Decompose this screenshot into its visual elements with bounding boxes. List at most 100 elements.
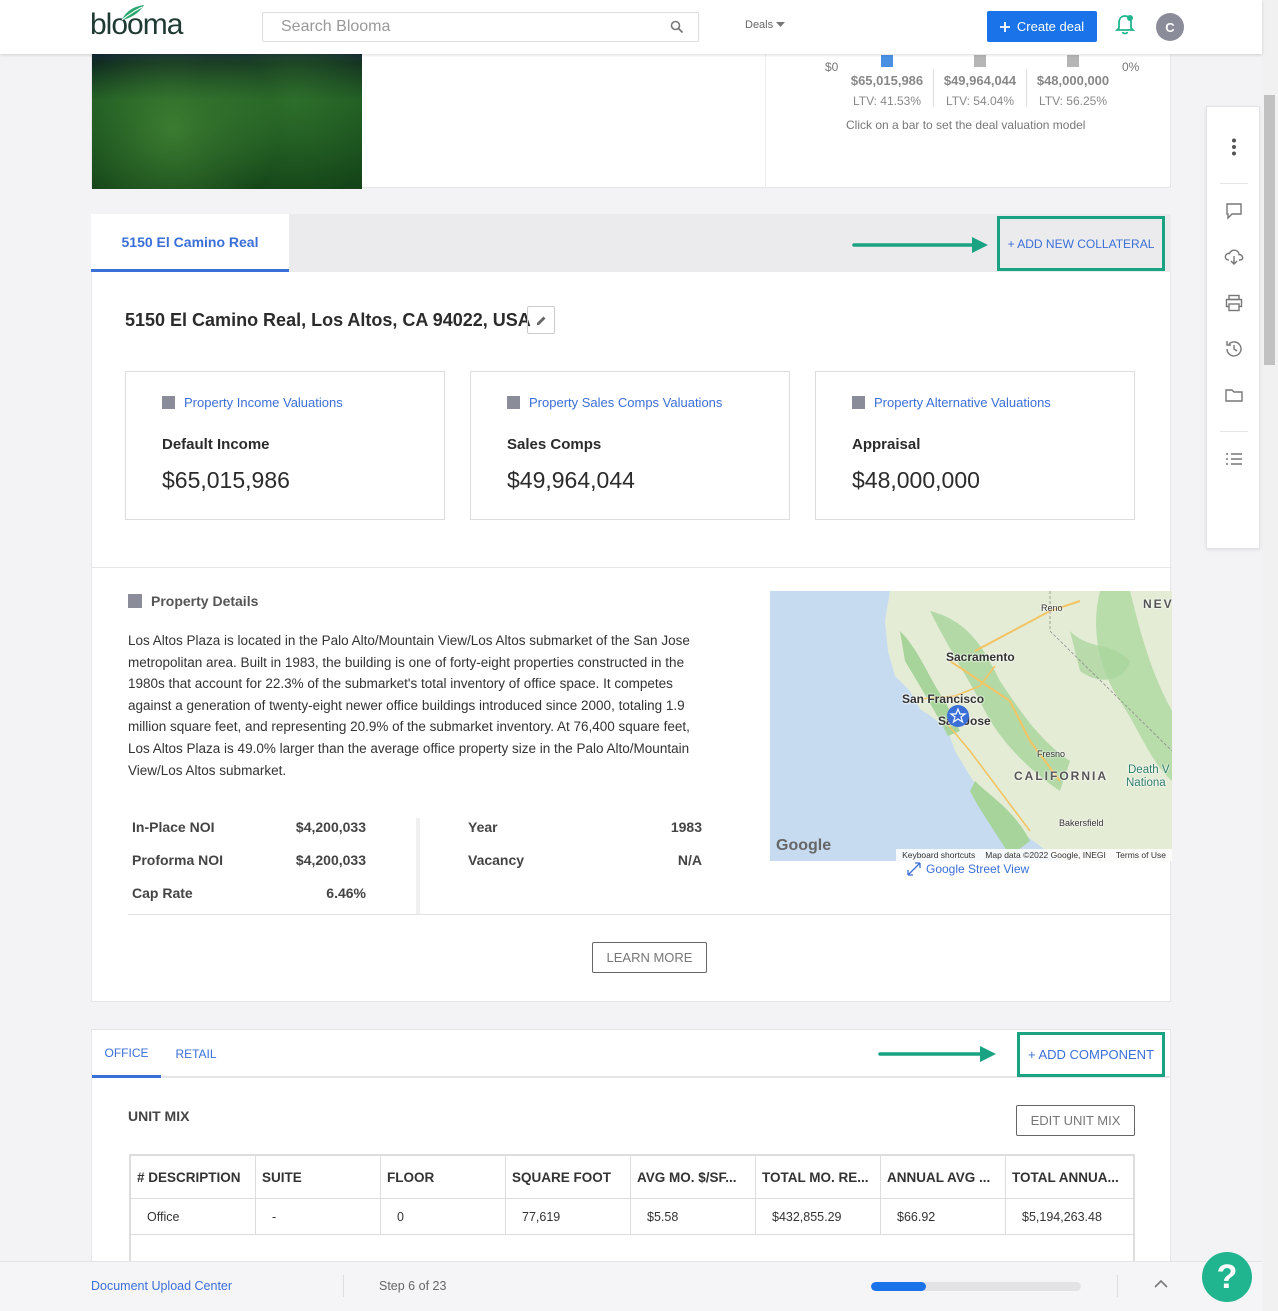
comment-icon[interactable] — [1223, 200, 1245, 222]
metric-key: Vacancy — [468, 852, 525, 868]
create-deal-button[interactable]: Create deal — [987, 11, 1097, 42]
valuation-column[interactable]: $65,015,986 LTV: 41.53% — [841, 73, 933, 108]
tab-retail[interactable]: RETAIL — [161, 1030, 231, 1078]
map-label-san-francisco: San Francisco — [902, 692, 985, 706]
table-cell: 77,619 — [506, 1199, 631, 1234]
metric-key: Cap Rate — [132, 885, 193, 901]
column-header[interactable]: SUITE — [256, 1156, 381, 1198]
square-icon — [128, 594, 142, 608]
column-header[interactable]: SQUARE FOOT — [506, 1156, 631, 1198]
keyboard-shortcuts-link[interactable]: Keyboard shortcuts — [902, 850, 975, 860]
map-label-reno: Reno — [1041, 603, 1063, 613]
valuation-ltv: LTV: 56.25% — [1038, 94, 1108, 108]
square-icon — [162, 396, 175, 409]
property-overview-card: $0 0% $65,015,986 LTV: 41.53% $49,964,04… — [91, 40, 1171, 189]
valuation-heading[interactable]: Property Income Valuations — [162, 395, 343, 410]
valuation-bar-sales-comps[interactable] — [974, 55, 986, 67]
folder-icon[interactable] — [1223, 384, 1245, 406]
plus-icon — [999, 21, 1010, 32]
table-cell: $432,855.29 — [756, 1199, 881, 1234]
map-label-fresno: Fresno — [1037, 749, 1066, 759]
user-avatar[interactable]: C — [1156, 13, 1184, 41]
sales-comps-valuation-box[interactable]: Property Sales Comps Valuations Sales Co… — [470, 371, 790, 520]
annotation-arrow — [852, 237, 988, 253]
tab-office[interactable]: OFFICE — [92, 1030, 161, 1078]
valuation-label: Default Income — [162, 436, 270, 453]
deals-label: Deals — [745, 19, 774, 31]
valuation-amount: $49,964,044 — [943, 73, 1017, 88]
map-attribution: Keyboard shortcuts Map data ©2022 Google… — [896, 849, 1172, 861]
valuation-heading[interactable]: Property Sales Comps Valuations — [507, 395, 722, 410]
create-deal-label: Create deal — [1016, 19, 1085, 34]
column-header[interactable]: FLOOR — [381, 1156, 506, 1198]
help-button[interactable]: ? — [1202, 1252, 1252, 1302]
valuation-heading-text: Property Alternative Valuations — [874, 395, 1051, 410]
table-row[interactable]: Office - 0 77,619 $5.58 $432,855.29 $66.… — [131, 1199, 1133, 1235]
deals-dropdown[interactable]: Deals — [745, 19, 786, 31]
metrics-divider — [416, 818, 420, 915]
valuation-heading[interactable]: Property Alternative Valuations — [852, 395, 1051, 410]
valuation-bar-appraisal[interactable] — [1067, 55, 1079, 67]
metric-key: In-Place NOI — [132, 819, 215, 835]
valuation-ltv: LTV: 41.53% — [852, 94, 922, 108]
alternative-valuation-box[interactable]: Property Alternative Valuations Appraisa… — [815, 371, 1135, 520]
toolbar-separator — [1220, 183, 1248, 184]
property-details-title: Property Details — [151, 593, 259, 609]
toolbar-separator — [1220, 431, 1248, 432]
history-icon[interactable] — [1223, 338, 1245, 360]
list-icon[interactable] — [1223, 448, 1245, 470]
edit-unit-mix-button[interactable]: EDIT UNIT MIX — [1016, 1105, 1135, 1136]
expand-icon — [907, 862, 921, 876]
valuation-bar-income[interactable] — [881, 55, 893, 67]
pencil-icon — [536, 316, 545, 325]
blooma-logo[interactable]: blooma — [90, 5, 183, 42]
search-icon[interactable] — [670, 20, 684, 34]
collateral-card: 5150 El Camino Real, Los Altos, CA 94022… — [91, 272, 1172, 1002]
valuation-amount: $48,000,000 — [1036, 73, 1110, 88]
scrollbar-thumb[interactable] — [1264, 95, 1275, 365]
table-cell: Office — [131, 1199, 256, 1234]
map-label-national: Nationa — [1126, 777, 1166, 789]
valuation-amount: $65,015,986 — [850, 73, 924, 88]
chart-axis-left: $0 — [825, 60, 839, 74]
metric-value: 1983 — [670, 819, 702, 835]
valuation-label: Appraisal — [852, 436, 921, 453]
valuation-heading-text: Property Income Valuations — [184, 395, 343, 410]
add-component-button[interactable]: + ADD COMPONENT — [1017, 1032, 1165, 1077]
google-street-view-link[interactable]: Google Street View — [907, 862, 1029, 876]
search-input[interactable] — [263, 13, 643, 41]
learn-more-button[interactable]: LEARN MORE — [592, 942, 707, 973]
terms-of-use-link[interactable]: Terms of Use — [1116, 850, 1166, 860]
more-options-icon[interactable] — [1223, 136, 1245, 158]
cloud-download-icon[interactable] — [1223, 246, 1245, 268]
search-box[interactable] — [262, 12, 699, 42]
income-valuation-box[interactable]: Property Income Valuations Default Incom… — [125, 371, 445, 520]
page-scrollbar[interactable] — [1262, 0, 1278, 1311]
step-indicator: Step 6 of 23 — [379, 1279, 447, 1293]
print-icon[interactable] — [1223, 292, 1245, 314]
column-header[interactable]: TOTAL MO. RE... — [756, 1156, 881, 1198]
valuation-column[interactable]: $49,964,044 LTV: 54.04% — [934, 73, 1026, 108]
edit-address-button[interactable] — [527, 306, 555, 334]
chart-axis-right: 0% — [1122, 60, 1140, 74]
column-header[interactable]: # DESCRIPTION — [131, 1156, 256, 1198]
column-header[interactable]: TOTAL ANNUA... — [1006, 1156, 1131, 1198]
document-upload-center-link[interactable]: Document Upload Center — [91, 1279, 232, 1293]
location-map[interactable]: Reno NEV Sacramento San Francisco San Jo… — [770, 591, 1172, 861]
tab-collateral-5150[interactable]: 5150 El Camino Real — [91, 214, 289, 272]
caret-down-icon — [776, 22, 786, 27]
property-photo — [92, 41, 362, 189]
map-data-text: Map data ©2022 Google, INEGI — [985, 850, 1106, 860]
valuation-hint: Click on a bar to set the deal valuation… — [846, 118, 1086, 132]
notification-bell-icon[interactable] — [1115, 14, 1135, 36]
column-header[interactable]: AVG MO. $/SF... — [631, 1156, 756, 1198]
property-description: Los Altos Plaza is located in the Palo A… — [128, 633, 690, 778]
valuation-column[interactable]: $48,000,000 LTV: 56.25% — [1027, 73, 1119, 108]
column-header[interactable]: ANNUAL AVG ... — [881, 1156, 1006, 1198]
google-logo: Google — [776, 837, 832, 854]
location-pin-icon[interactable] — [946, 704, 970, 728]
property-details-heading: Property Details — [128, 593, 258, 609]
chevron-up-icon[interactable] — [1154, 1279, 1168, 1288]
add-new-collateral-button[interactable]: + ADD NEW COLLATERAL — [997, 216, 1165, 271]
square-icon — [852, 396, 865, 409]
